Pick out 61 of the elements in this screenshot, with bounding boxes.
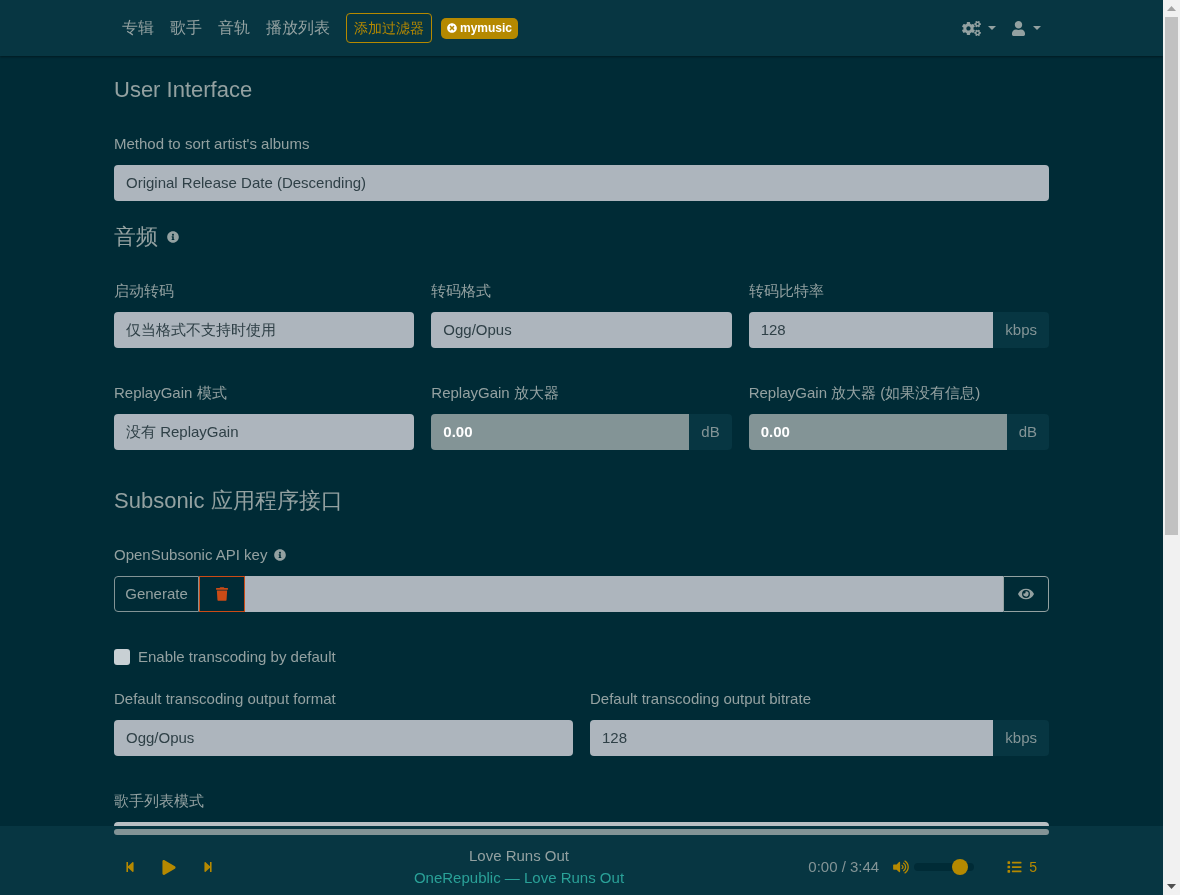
field-label: OpenSubsonic API key <box>114 545 268 565</box>
field-label: Default transcoding output format <box>114 689 336 709</box>
input-field[interactable]: 128 <box>748 312 994 348</box>
volume-thumb[interactable] <box>951 859 968 875</box>
info-icon[interactable] <box>167 231 179 243</box>
generate-button[interactable]: Generate <box>114 576 199 612</box>
select-field[interactable]: 没有 ReplayGain <box>114 414 415 450</box>
field-label: 转码格式 <box>431 281 492 301</box>
section-heading: 音频 <box>114 223 158 251</box>
speaker-icon <box>893 860 910 874</box>
field-label: ReplayGain 模式 <box>114 383 227 403</box>
nav-link[interactable]: 播放列表 <box>258 16 338 40</box>
caret-icon <box>1033 26 1041 30</box>
close-icon[interactable] <box>447 23 457 33</box>
nav-link[interactable]: 专辑 <box>114 16 162 40</box>
input-field[interactable]: 128 <box>590 720 994 756</box>
field-label: ReplayGain 放大器 (如果没有信息) <box>748 383 981 403</box>
scrollbar-thumb[interactable] <box>1165 17 1178 535</box>
unit-label: kbps <box>993 720 1049 756</box>
gears-icon <box>962 20 981 36</box>
add-filter-button[interactable]: 添加过滤器 <box>346 13 432 43</box>
unit-label: dB <box>689 414 732 450</box>
queue-button[interactable]: 5 <box>1006 855 1037 879</box>
skip-back-icon <box>125 861 135 873</box>
list-icon <box>1006 860 1024 874</box>
trash-icon <box>216 587 228 601</box>
select-field[interactable]: Original Release Date (Descending) <box>114 165 1049 201</box>
eye-icon <box>1018 587 1034 601</box>
field-label: Method to sort artist's albums <box>114 134 310 154</box>
select-field[interactable]: 仅当格式不支持时使用 <box>114 312 415 348</box>
field-label: Default transcoding output bitrate <box>590 689 811 709</box>
delete-button[interactable] <box>199 576 245 612</box>
section-heading: User Interface <box>114 76 253 104</box>
checkbox-label: Enable transcoding by default <box>138 647 336 667</box>
unit-label: kbps <box>993 312 1049 348</box>
select-field[interactable]: Ogg/Opus <box>114 720 573 756</box>
scrollbar[interactable] <box>1163 0 1180 895</box>
checkbox[interactable] <box>114 649 130 665</box>
nav-link[interactable]: 歌手 <box>162 16 210 40</box>
select-field[interactable] <box>114 822 1049 826</box>
skip-forward-icon <box>203 861 213 873</box>
api-key-field[interactable] <box>245 576 1003 612</box>
field-label: 转码比特率 <box>748 281 824 301</box>
filter-tag[interactable]: mymusic <box>441 17 519 39</box>
track-artist-album[interactable]: OneRepublic — Love Runs Out <box>413 867 625 889</box>
select-field[interactable]: Ogg/Opus <box>431 312 732 348</box>
user-icon <box>1012 20 1025 36</box>
play-icon <box>162 859 176 875</box>
field-label: ReplayGain 放大器 <box>431 383 559 403</box>
show-key-button[interactable] <box>1003 576 1049 612</box>
section-heading: Subsonic 应用程序接口 <box>114 487 343 515</box>
unit-label: dB <box>1006 414 1049 450</box>
nav-link[interactable]: 音轨 <box>210 16 258 40</box>
track-title: Love Runs Out <box>468 846 570 866</box>
scroll-up-icon[interactable] <box>1167 6 1176 11</box>
track-time: 0:00 / 3:44 <box>808 856 880 877</box>
field-label: 启动转码 <box>114 281 174 301</box>
caret-icon <box>988 26 996 30</box>
info-icon[interactable] <box>274 549 287 561</box>
scroll-down-icon[interactable] <box>1167 884 1176 889</box>
field-label: 歌手列表模式 <box>114 791 204 811</box>
